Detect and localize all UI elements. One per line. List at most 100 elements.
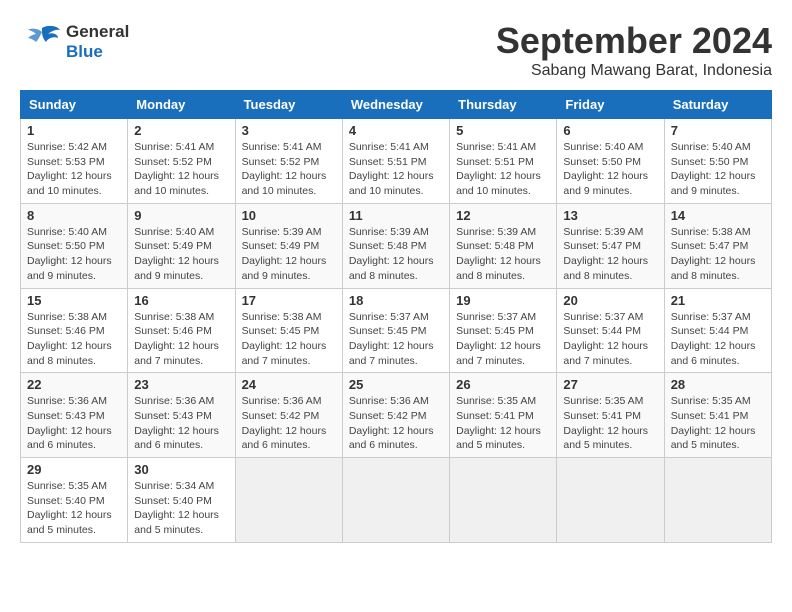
day-info: Sunrise: 5:37 AM Sunset: 5:44 PM Dayligh… [563,310,657,369]
calendar-cell: 22 Sunrise: 5:36 AM Sunset: 5:43 PM Dayli… [21,373,128,458]
day-number: 24 [242,377,336,392]
calendar-cell: 16 Sunrise: 5:38 AM Sunset: 5:46 PM Dayli… [128,288,235,373]
day-info: Sunrise: 5:41 AM Sunset: 5:51 PM Dayligh… [349,140,443,199]
calendar-cell: 2Sunrise: 5:41 AM Sunset: 5:52 PM Daylig… [128,119,235,204]
day-number: 3 [242,123,336,138]
calendar-cell [450,458,557,543]
day-info: Sunrise: 5:38 AM Sunset: 5:47 PM Dayligh… [671,225,765,284]
day-number: 6 [563,123,657,138]
calendar-cell: 28 Sunrise: 5:35 AM Sunset: 5:41 PM Dayli… [664,373,771,458]
day-info: Sunrise: 5:37 AM Sunset: 5:45 PM Dayligh… [456,310,550,369]
calendar-week-2: 8Sunrise: 5:40 AM Sunset: 5:50 PM Daylig… [21,203,772,288]
calendar-week-1: 1 Sunrise: 5:42 AM Sunset: 5:53 PM Daylig… [21,119,772,204]
day-number: 15 [27,293,121,308]
day-number: 27 [563,377,657,392]
calendar-cell: 21 Sunrise: 5:37 AM Sunset: 5:44 PM Dayli… [664,288,771,373]
day-number: 28 [671,377,765,392]
calendar-cell: 14Sunrise: 5:38 AM Sunset: 5:47 PM Dayli… [664,203,771,288]
calendar-cell: 11Sunrise: 5:39 AM Sunset: 5:48 PM Dayli… [342,203,449,288]
calendar-cell: 27 Sunrise: 5:35 AM Sunset: 5:41 PM Dayli… [557,373,664,458]
calendar-cell: 7 Sunrise: 5:40 AM Sunset: 5:50 PM Daylig… [664,119,771,204]
day-info: Sunrise: 5:37 AM Sunset: 5:45 PM Dayligh… [349,310,443,369]
calendar-cell: 26Sunrise: 5:35 AM Sunset: 5:41 PM Dayli… [450,373,557,458]
header-thursday: Thursday [450,91,557,119]
day-info: Sunrise: 5:41 AM Sunset: 5:51 PM Dayligh… [456,140,550,199]
calendar-cell: 1 Sunrise: 5:42 AM Sunset: 5:53 PM Daylig… [21,119,128,204]
calendar-cell: 6Sunrise: 5:40 AM Sunset: 5:50 PM Daylig… [557,119,664,204]
day-info: Sunrise: 5:40 AM Sunset: 5:50 PM Dayligh… [671,140,765,199]
calendar-cell [342,458,449,543]
calendar-cell: 12 Sunrise: 5:39 AM Sunset: 5:48 PM Dayli… [450,203,557,288]
day-info: Sunrise: 5:39 AM Sunset: 5:48 PM Dayligh… [456,225,550,284]
day-number: 13 [563,208,657,223]
day-number: 30 [134,462,228,477]
day-info: Sunrise: 5:34 AM Sunset: 5:40 PM Dayligh… [134,479,228,538]
day-info: Sunrise: 5:39 AM Sunset: 5:47 PM Dayligh… [563,225,657,284]
calendar-week-4: 22 Sunrise: 5:36 AM Sunset: 5:43 PM Dayli… [21,373,772,458]
day-number: 4 [349,123,443,138]
calendar-cell [235,458,342,543]
day-info: Sunrise: 5:36 AM Sunset: 5:42 PM Dayligh… [242,394,336,453]
day-number: 5 [456,123,550,138]
day-number: 23 [134,377,228,392]
day-info: Sunrise: 5:35 AM Sunset: 5:41 PM Dayligh… [563,394,657,453]
calendar-cell: 18 Sunrise: 5:37 AM Sunset: 5:45 PM Dayli… [342,288,449,373]
calendar-cell: 24 Sunrise: 5:36 AM Sunset: 5:42 PM Dayli… [235,373,342,458]
day-number: 7 [671,123,765,138]
day-info: Sunrise: 5:41 AM Sunset: 5:52 PM Dayligh… [134,140,228,199]
day-info: Sunrise: 5:35 AM Sunset: 5:41 PM Dayligh… [456,394,550,453]
day-info: Sunrise: 5:36 AM Sunset: 5:43 PM Dayligh… [27,394,121,453]
calendar-cell: 15 Sunrise: 5:38 AM Sunset: 5:46 PM Dayli… [21,288,128,373]
calendar-cell: 5 Sunrise: 5:41 AM Sunset: 5:51 PM Daylig… [450,119,557,204]
calendar-week-3: 15 Sunrise: 5:38 AM Sunset: 5:46 PM Dayli… [21,288,772,373]
day-number: 19 [456,293,550,308]
calendar-cell: 20 Sunrise: 5:37 AM Sunset: 5:44 PM Dayli… [557,288,664,373]
header-wednesday: Wednesday [342,91,449,119]
day-info: Sunrise: 5:38 AM Sunset: 5:46 PM Dayligh… [27,310,121,369]
day-info: Sunrise: 5:42 AM Sunset: 5:53 PM Dayligh… [27,140,121,199]
day-info: Sunrise: 5:38 AM Sunset: 5:46 PM Dayligh… [134,310,228,369]
header-saturday: Saturday [664,91,771,119]
calendar-cell: 23 Sunrise: 5:36 AM Sunset: 5:43 PM Dayli… [128,373,235,458]
calendar-cell [557,458,664,543]
calendar-cell: 25 Sunrise: 5:36 AM Sunset: 5:42 PM Dayli… [342,373,449,458]
day-number: 17 [242,293,336,308]
day-info: Sunrise: 5:39 AM Sunset: 5:48 PM Dayligh… [349,225,443,284]
day-number: 8 [27,208,121,223]
calendar-cell: 3 Sunrise: 5:41 AM Sunset: 5:52 PM Daylig… [235,119,342,204]
day-number: 29 [27,462,121,477]
calendar-cell: 29 Sunrise: 5:35 AM Sunset: 5:40 PM Dayli… [21,458,128,543]
day-info: Sunrise: 5:41 AM Sunset: 5:52 PM Dayligh… [242,140,336,199]
day-info: Sunrise: 5:39 AM Sunset: 5:49 PM Dayligh… [242,225,336,284]
day-number: 12 [456,208,550,223]
day-info: Sunrise: 5:35 AM Sunset: 5:40 PM Dayligh… [27,479,121,538]
day-number: 18 [349,293,443,308]
day-number: 1 [27,123,121,138]
location-subtitle: Sabang Mawang Barat, Indonesia [496,62,772,80]
day-number: 10 [242,208,336,223]
calendar-header-row: SundayMondayTuesdayWednesdayThursdayFrid… [21,91,772,119]
header-sunday: Sunday [21,91,128,119]
calendar-cell: 17 Sunrise: 5:38 AM Sunset: 5:45 PM Dayli… [235,288,342,373]
header-tuesday: Tuesday [235,91,342,119]
calendar-cell: 19 Sunrise: 5:37 AM Sunset: 5:45 PM Dayli… [450,288,557,373]
day-info: Sunrise: 5:36 AM Sunset: 5:43 PM Dayligh… [134,394,228,453]
header-friday: Friday [557,91,664,119]
header-monday: Monday [128,91,235,119]
calendar-cell: 30 Sunrise: 5:34 AM Sunset: 5:40 PM Dayli… [128,458,235,543]
day-number: 16 [134,293,228,308]
day-info: Sunrise: 5:35 AM Sunset: 5:41 PM Dayligh… [671,394,765,453]
day-info: Sunrise: 5:37 AM Sunset: 5:44 PM Dayligh… [671,310,765,369]
day-number: 25 [349,377,443,392]
month-title: September 2024 [496,20,772,62]
calendar-cell: 9Sunrise: 5:40 AM Sunset: 5:49 PM Daylig… [128,203,235,288]
day-number: 21 [671,293,765,308]
calendar-cell: 10 Sunrise: 5:39 AM Sunset: 5:49 PM Dayli… [235,203,342,288]
day-info: Sunrise: 5:36 AM Sunset: 5:42 PM Dayligh… [349,394,443,453]
day-info: Sunrise: 5:40 AM Sunset: 5:49 PM Dayligh… [134,225,228,284]
calendar-cell: 8Sunrise: 5:40 AM Sunset: 5:50 PM Daylig… [21,203,128,288]
day-number: 20 [563,293,657,308]
page-header: General Blue September 2024 Sabang Mawan… [20,20,772,80]
day-info: Sunrise: 5:38 AM Sunset: 5:45 PM Dayligh… [242,310,336,369]
day-number: 22 [27,377,121,392]
